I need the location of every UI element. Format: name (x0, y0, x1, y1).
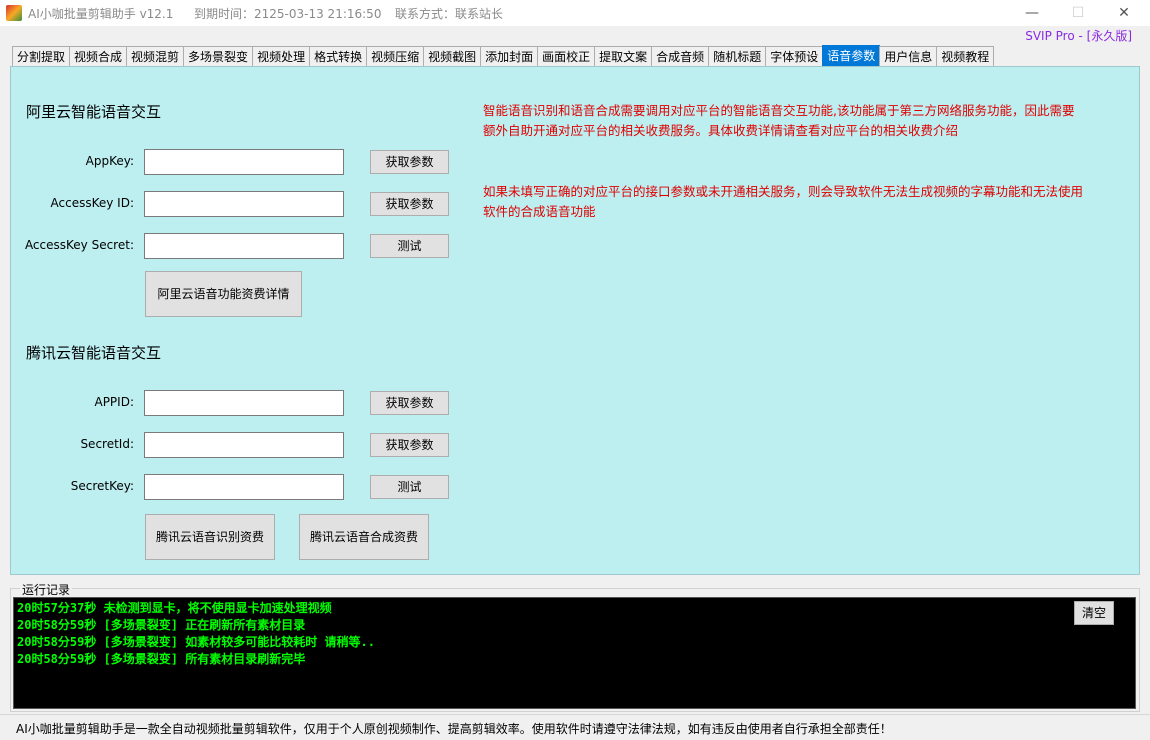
expiry-time: 到期时间：2125-03-13 21:16:50 (194, 7, 382, 21)
aliyun-get-params-button-2[interactable]: 获取参数 (370, 192, 449, 216)
service-notice: 智能语音识别和语音合成需要调用对应平台的智能语音交互功能,该功能属于第三方网络服… (483, 103, 1075, 138)
secretkey-input[interactable] (144, 474, 344, 500)
app-logo-icon (6, 5, 22, 21)
contact-info: 联系方式：联系站长 (395, 7, 504, 21)
tab-frame-correct[interactable]: 画面校正 (537, 46, 596, 67)
accesskey-id-input[interactable] (144, 191, 344, 217)
tencent-section-title: 腾讯云智能语音交互 (26, 344, 162, 362)
aliyun-get-params-button-1[interactable]: 获取参数 (370, 150, 449, 174)
appid-label: APPID: (94, 395, 134, 409)
tab-extract-text[interactable]: 提取文案 (594, 46, 653, 67)
accesskey-id-label: AccessKey ID: (50, 196, 134, 210)
app-title: AI小咖批量剪辑助手 v12.1 (28, 7, 174, 21)
maximize-icon: ☐ (1071, 5, 1085, 21)
appkey-label: AppKey: (85, 154, 134, 168)
tab-compose-audio[interactable]: 合成音频 (651, 46, 710, 67)
log-line: 20时58分59秒 [多场景裂变] 如素材较多可能比较耗时 请稍等.. (17, 635, 375, 649)
tab-random-title[interactable]: 随机标题 (708, 46, 767, 67)
accesskey-secret-input[interactable] (144, 233, 344, 259)
minimize-icon[interactable]: — (1022, 3, 1042, 23)
voice-params-panel: 阿里云智能语音交互 AppKey: 获取参数 AccessKey ID: 获取参… (10, 66, 1140, 575)
log-legend: 运行记录 (20, 581, 73, 598)
accesskey-secret-label: AccessKey Secret: (24, 238, 134, 252)
close-icon[interactable]: ✕ (1114, 3, 1134, 23)
clear-log-button[interactable]: 清空 (1074, 601, 1114, 625)
tencent-test-button[interactable]: 测试 (370, 475, 449, 499)
tab-bar: 分割提取 视频合成 视频混剪 多场景裂变 视频处理 格式转换 视频压缩 视频截图… (12, 45, 995, 67)
tab-split-extract[interactable]: 分割提取 (12, 46, 71, 67)
secretid-label: SecretId: (80, 437, 134, 451)
status-bar: AI小咖批量剪辑助手是一款全自动视频批量剪辑软件，仅用于个人原创视频制作、提高剪… (0, 714, 1150, 740)
appkey-input[interactable] (144, 149, 344, 175)
tencent-tts-pricing-button[interactable]: 腾讯云语音合成资费 (299, 514, 429, 560)
secretkey-label: SecretKey: (70, 479, 134, 493)
appid-input[interactable] (144, 390, 344, 416)
log-line: 20时57分37秒 未检测到显卡，将不使用显卡加速处理视频 (17, 601, 332, 615)
secretid-input[interactable] (144, 432, 344, 458)
tab-video-compose[interactable]: 视频合成 (69, 46, 128, 67)
log-output[interactable]: 20时57分37秒 未检测到显卡，将不使用显卡加速处理视频 20时58分59秒 … (13, 597, 1136, 709)
tab-add-cover[interactable]: 添加封面 (480, 46, 539, 67)
tab-video-tutorial[interactable]: 视频教程 (936, 46, 995, 67)
log-line: 20时58分59秒 [多场景裂变] 正在刷新所有素材目录 (17, 618, 306, 632)
tab-multi-scene[interactable]: 多场景裂变 (183, 46, 254, 67)
svip-badge: SVIP Pro - [永久版] (1025, 29, 1132, 43)
tencent-asr-pricing-button[interactable]: 腾讯云语音识别资费 (145, 514, 275, 560)
tab-video-compress[interactable]: 视频压缩 (366, 46, 425, 67)
tab-font-preset[interactable]: 字体预设 (765, 46, 824, 67)
tab-video-process[interactable]: 视频处理 (252, 46, 311, 67)
service-warning: 如果未填写正确的对应平台的接口参数或未开通相关服务，则会导致软件无法生成视频的字… (483, 184, 1084, 219)
status-text: AI小咖批量剪辑助手是一款全自动视频批量剪辑软件，仅用于个人原创视频制作、提高剪… (16, 722, 892, 736)
tab-voice-params[interactable]: 语音参数 (822, 45, 881, 67)
tab-video-mix[interactable]: 视频混剪 (126, 46, 185, 67)
tab-video-screenshot[interactable]: 视频截图 (423, 46, 482, 67)
aliyun-pricing-button[interactable]: 阿里云语音功能资费详情 (145, 271, 302, 317)
tab-format-convert[interactable]: 格式转换 (309, 46, 368, 67)
tencent-get-params-button-1[interactable]: 获取参数 (370, 391, 449, 415)
log-line: 20时58分59秒 [多场景裂变] 所有素材目录刷新完毕 (17, 652, 306, 666)
tencent-get-params-button-2[interactable]: 获取参数 (370, 433, 449, 457)
title-bar: AI小咖批量剪辑助手 v12.1 到期时间：2125-03-13 21:16:5… (0, 0, 1150, 26)
tab-user-info[interactable]: 用户信息 (879, 46, 938, 67)
aliyun-test-button[interactable]: 测试 (370, 234, 449, 258)
aliyun-section-title: 阿里云智能语音交互 (26, 103, 162, 121)
